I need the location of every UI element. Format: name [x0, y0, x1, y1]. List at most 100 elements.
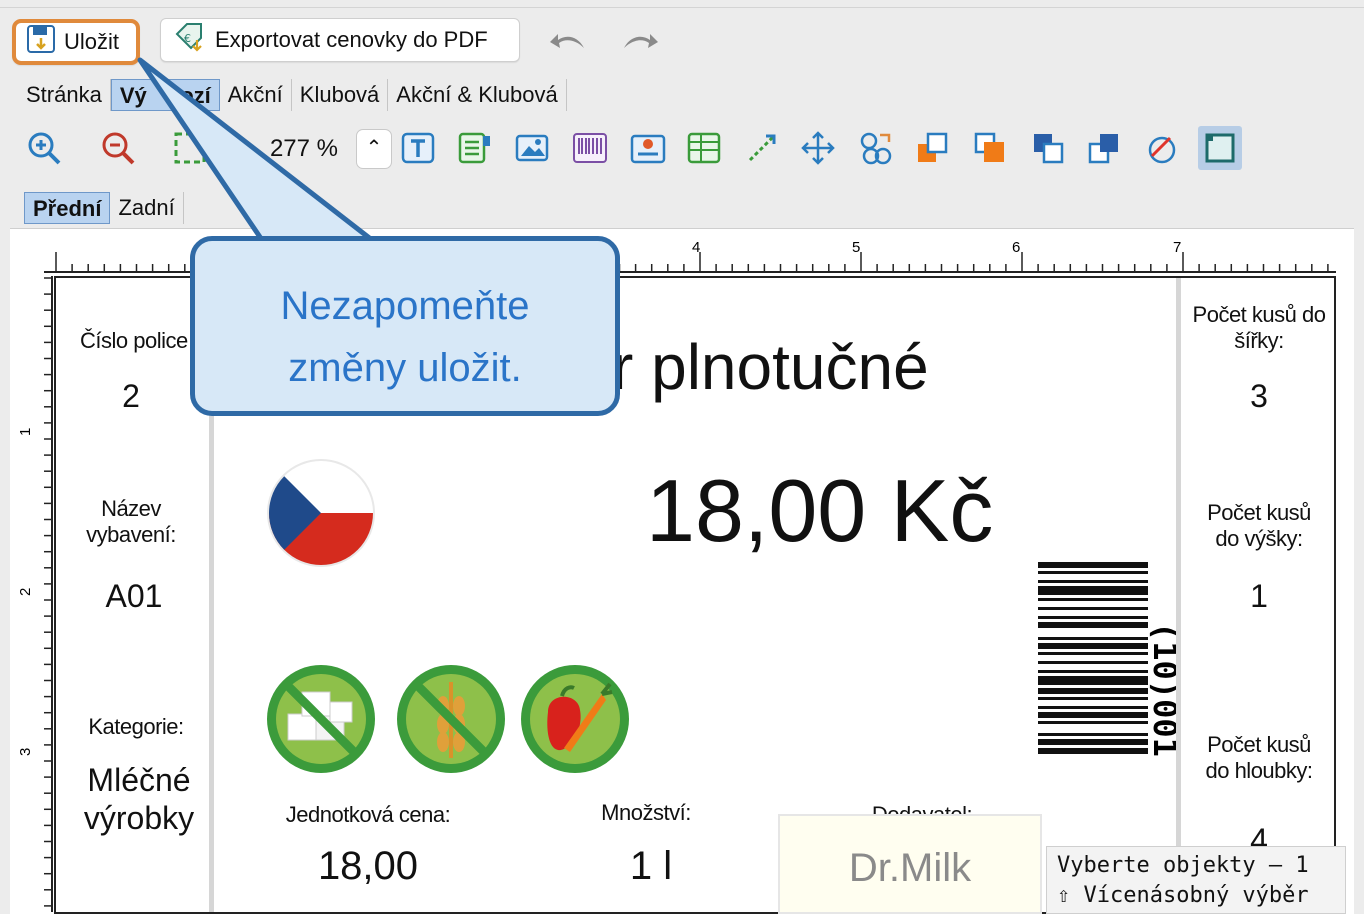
save-label: Uložit: [64, 29, 120, 54]
barcode-bar: [1038, 661, 1148, 664]
tooltip-line1: Vyberte objekty – 1: [1057, 853, 1309, 878]
barcode-bar: [1038, 712, 1148, 718]
move-icon[interactable]: [798, 128, 838, 168]
label-right-panel: Počet kusů do šířky: 3 Počet kusů do výš…: [1176, 278, 1334, 912]
rotate-icon[interactable]: [1142, 128, 1182, 168]
barcode-text: (10)001: [1146, 622, 1178, 757]
unit-price-value[interactable]: 18,00: [278, 844, 458, 889]
tab-vychozi-text-right: hozí: [166, 83, 211, 108]
bring-forward-icon[interactable]: [912, 128, 952, 168]
barcode-bar: [1038, 598, 1148, 601]
group-icon[interactable]: [856, 128, 896, 168]
height-count-label-line1: Počet kusů: [1207, 500, 1311, 525]
image-icon[interactable]: [512, 128, 552, 168]
barcode-bar: [1038, 670, 1148, 673]
barcode-bar: [1038, 733, 1148, 736]
tab-klubova[interactable]: Klubová: [292, 79, 389, 111]
barcode-bar: [1038, 706, 1148, 709]
ruler-v-3: 3: [20, 748, 34, 756]
barcode-bar: [1038, 607, 1148, 610]
send-to-back-icon[interactable]: [1084, 128, 1124, 168]
ruler-h-7: 7: [1173, 239, 1181, 256]
ruler-h-5: 5: [852, 239, 860, 256]
tab-stranka[interactable]: Stránka: [18, 79, 111, 111]
ruler-v-1: 1: [20, 428, 34, 436]
vegetables-icon[interactable]: [518, 662, 632, 776]
czech-flag-icon[interactable]: [266, 458, 376, 568]
side-tabs: Přední Zadní: [24, 192, 184, 226]
shelf-number-value: 2: [122, 378, 140, 414]
unit-price-label: Jednotková cena:: [285, 802, 451, 827]
price-value[interactable]: 18,00 Kč: [646, 460, 1016, 562]
map-pin-icon[interactable]: [628, 128, 668, 168]
zoom-stepper[interactable]: ⌃: [356, 129, 392, 169]
send-backward-icon[interactable]: [1028, 128, 1068, 168]
height-count-value: 1: [1250, 578, 1268, 614]
zoom-in-icon[interactable]: [24, 128, 64, 168]
barcode-bar: [1038, 622, 1148, 628]
price-tag-export-icon: €: [173, 22, 205, 58]
app-window: Uložit € Exportovat cenovky do PDF Strán…: [0, 0, 1364, 914]
category-value-line2: výrobky: [83, 800, 195, 836]
selection-hint-tooltip: Vyberte objekty – 1 ⇧ Vícenásobný výběr: [1046, 846, 1346, 914]
vertical-ruler: 1 2 3: [20, 276, 53, 912]
tab-akcni-klubova[interactable]: Akční & Klubová: [388, 79, 567, 111]
no-sugar-icon[interactable]: [264, 662, 378, 776]
width-count-label-line1: Počet kusů do: [1192, 302, 1326, 327]
callout-bubble: Nezapomeňte změny uložit.: [190, 236, 620, 416]
text-box-icon[interactable]: [398, 128, 438, 168]
width-count-label-line2: šířky:: [1234, 328, 1284, 353]
resize-icon[interactable]: [742, 128, 782, 168]
frame-icon[interactable]: [1198, 126, 1242, 170]
tab-vychozi[interactable]: Vý hozí: [110, 79, 220, 111]
bring-to-front-icon[interactable]: [970, 128, 1010, 168]
subtab-predni[interactable]: Přední: [24, 192, 111, 224]
product-name[interactable]: r plnotučné: [612, 330, 992, 404]
undo-arrow-icon[interactable]: [548, 26, 588, 64]
height-count-label-line2: do výšky:: [1215, 526, 1303, 551]
export-label: Exportovat cenovky do PDF: [215, 27, 488, 52]
depth-count-label-line2: do hloubky:: [1205, 758, 1313, 783]
barcode-bar: [1038, 580, 1148, 583]
barcode-bar: [1038, 688, 1148, 694]
tooltip-line2: ⇧ Vícenásobný výběr: [1057, 883, 1309, 908]
export-pdf-button[interactable]: € Exportovat cenovky do PDF: [160, 18, 520, 62]
save-button[interactable]: Uložit: [12, 19, 140, 65]
barcode-bar: [1038, 721, 1148, 724]
fit-page-icon[interactable]: [170, 128, 210, 168]
callout-line1: Nezapomeňte: [280, 284, 530, 328]
editor-toolbar: 277 % ⌃: [18, 124, 1348, 172]
barcode-bar: [1038, 586, 1148, 595]
category-value-line1: Mléčné: [87, 762, 191, 798]
tab-vychozi-text-left: Vý: [119, 83, 147, 108]
supplier-value-selected[interactable]: Dr.Milk: [778, 814, 1042, 914]
barcode-bar: [1038, 616, 1148, 619]
barcode-bar: [1038, 697, 1148, 700]
callout-line2: změny uložit.: [288, 346, 522, 390]
equipment-value: A01: [105, 578, 163, 614]
barcode-bar: [1038, 637, 1148, 640]
barcode-bar: [1038, 676, 1148, 685]
width-count-value: 3: [1250, 378, 1268, 414]
barcode-bar: [1038, 643, 1148, 649]
zoom-out-icon[interactable]: [98, 128, 138, 168]
svg-text:€: €: [184, 32, 191, 45]
callout-text: Nezapomeňte změny uložit.: [195, 275, 615, 399]
table-icon[interactable]: [684, 128, 724, 168]
subtab-zadni[interactable]: Zadní: [110, 192, 184, 224]
barcode-bar: [1038, 562, 1148, 568]
ruler-h-4: 4: [692, 239, 700, 256]
barcode-bar: [1038, 652, 1148, 655]
barcode-bar: [1038, 571, 1148, 574]
depth-count-label-line1: Počet kusů: [1207, 732, 1311, 757]
barcode-bar: [1038, 748, 1148, 754]
redo-arrow-icon[interactable]: [620, 26, 660, 64]
no-gluten-icon[interactable]: [394, 662, 508, 776]
ruler-h-6: 6: [1012, 239, 1020, 256]
zoom-value[interactable]: 277 %: [240, 130, 344, 168]
barcode-icon[interactable]: [570, 128, 610, 168]
list-icon[interactable]: [455, 128, 495, 168]
tab-akcni[interactable]: Akční: [220, 79, 292, 111]
barcode-bar: [1038, 739, 1148, 745]
quantity-value[interactable]: 1 l: [586, 844, 716, 889]
